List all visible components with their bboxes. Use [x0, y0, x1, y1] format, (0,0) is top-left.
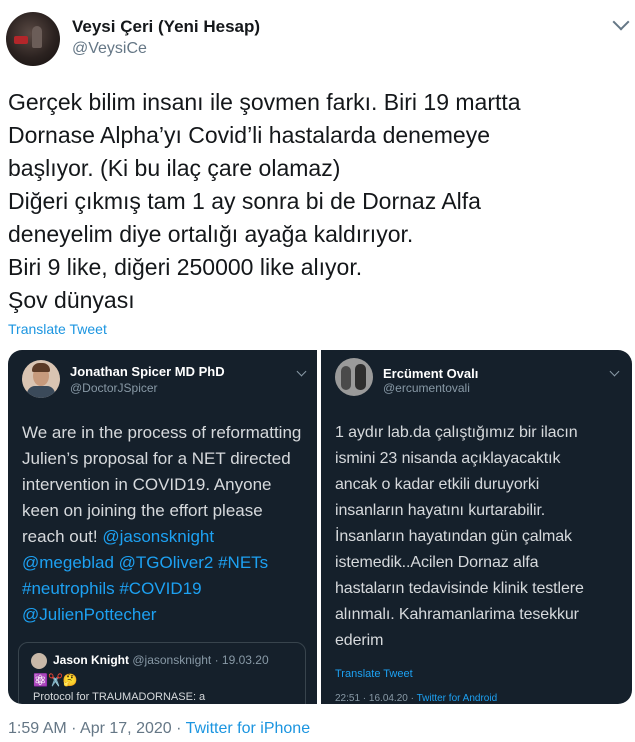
tweet-line: hastaların tedavisinde klinik testlere [335, 580, 584, 597]
tweet-line: Diğeri çıkmış tam 1 ay sonra bi de Dorna… [8, 188, 481, 214]
tweet-line: alınmalı. Kahramanlarima tesekkur [335, 606, 579, 623]
tweet-line: @megeblad @TGOliver2 #NETs [22, 553, 269, 572]
embedded-author-handle: @ercumentovali [383, 381, 470, 395]
avatar [22, 360, 60, 398]
quoted-text: Protocol for TRAUMADORNASE: a [33, 691, 206, 703]
author-handle[interactable]: @VeysiCe [72, 40, 147, 58]
quoted-author: Jason Knight @jasonsknight · 19.03.20 [53, 653, 269, 667]
author-name[interactable]: Veysi Çeri (Yeni Hesap) [72, 17, 260, 37]
tweet-line: insanların hayatını kurtarabilir. [335, 502, 546, 519]
tweet-line: ismini 23 nisanda açıklayacaktık [335, 450, 561, 467]
embedded-author-handle: @DoctorJSpicer [70, 381, 158, 395]
embedded-translate-link: Translate Tweet [335, 668, 413, 680]
embedded-screenshot-left: Jonathan Spicer MD PhD @DoctorJSpicer We… [8, 350, 317, 704]
chevron-down-icon [296, 366, 307, 377]
tweet-line: intervention in COVID19. Anyone [22, 475, 272, 494]
tweet-line: reach out! @jasonsknight [22, 524, 301, 550]
embedded-timestamp: 22:51 · 16.04.20 · [335, 693, 414, 704]
tweet-line: deneyelim diye ortalığı ayağa kaldırıyor… [8, 221, 414, 247]
chevron-down-icon[interactable] [612, 13, 630, 31]
tweet-line: İnsanların hayatından gün çalmak [335, 528, 572, 545]
quoted-author-name: Jason Knight [53, 653, 130, 667]
tweet-line: @JulienPottecher [22, 605, 157, 624]
mention: @jasonsknight [102, 527, 215, 546]
quoted-tweet: Jason Knight @jasonsknight · 19.03.20 ⚛️… [18, 642, 306, 704]
tweet-line: Şov dünyası [8, 287, 135, 313]
embedded-tweet-text: 1 aydır lab.da çalıştığımız bir ilacın i… [335, 420, 584, 654]
tweet-line: istemedik..Acilen Dornaz alfa [335, 554, 539, 571]
media-attachment[interactable]: Jonathan Spicer MD PhD @DoctorJSpicer We… [8, 350, 632, 704]
embedded-client: Twitter for Android [416, 693, 498, 704]
embedded-screenshot-right: Ercüment Ovalı @ercumentovali 1 aydır la… [321, 350, 632, 704]
translate-tweet-link[interactable]: Translate Tweet [8, 321, 107, 337]
tweet-line: We are in the process of reformatting [22, 423, 302, 442]
client-link[interactable]: Twitter for iPhone [186, 720, 311, 737]
tweet-text-span: reach out! [22, 527, 98, 546]
tweet-line: #neutrophils #COVID19 [22, 579, 202, 598]
embedded-author-name: Jonathan Spicer MD PhD [70, 364, 225, 379]
embedded-author-name: Ercüment Ovalı [383, 366, 479, 381]
tweet-text: Gerçek bilim insanı ile şovmen farkı. Bi… [8, 86, 628, 317]
avatar [31, 653, 47, 669]
tweet-footer: 1:59 AM · Apr 17, 2020 · Twitter for iPh… [8, 720, 310, 738]
tweet-line: başlıyor. (Ki bu ilaç çare olamaz) [8, 155, 341, 181]
tweet-line: ancak o kadar etkili duruyorki [335, 476, 540, 493]
chevron-down-icon [609, 366, 620, 377]
quoted-emoji: ⚛️✂️🤔 [33, 673, 78, 687]
tweet-line: keen on joining the effort please [22, 501, 263, 520]
tweet-line: ederim [335, 632, 384, 649]
avatar [335, 358, 373, 396]
author-avatar[interactable] [6, 12, 60, 66]
tweet-line: Gerçek bilim insanı ile şovmen farkı. Bi… [8, 89, 521, 115]
tweet-timestamp[interactable]: 1:59 AM · Apr 17, 2020 · [8, 720, 181, 737]
embedded-tweet-footer: 22:51 · 16.04.20 · Twitter for Android [335, 693, 497, 704]
tweet-line: Julien’s proposal for a NET directed [22, 449, 291, 468]
tweet-line: 1 aydır lab.da çalıştığımız bir ilacın [335, 424, 578, 441]
quoted-author-handle: @jasonsknight · 19.03.20 [132, 653, 269, 667]
embedded-tweet-text: We are in the process of reformatting Ju… [22, 420, 301, 628]
tweet-line: Dornase Alpha’yı Covid’li hastalarda den… [8, 122, 491, 148]
tweet-line: Biri 9 like, diğeri 250000 like alıyor. [8, 254, 363, 280]
